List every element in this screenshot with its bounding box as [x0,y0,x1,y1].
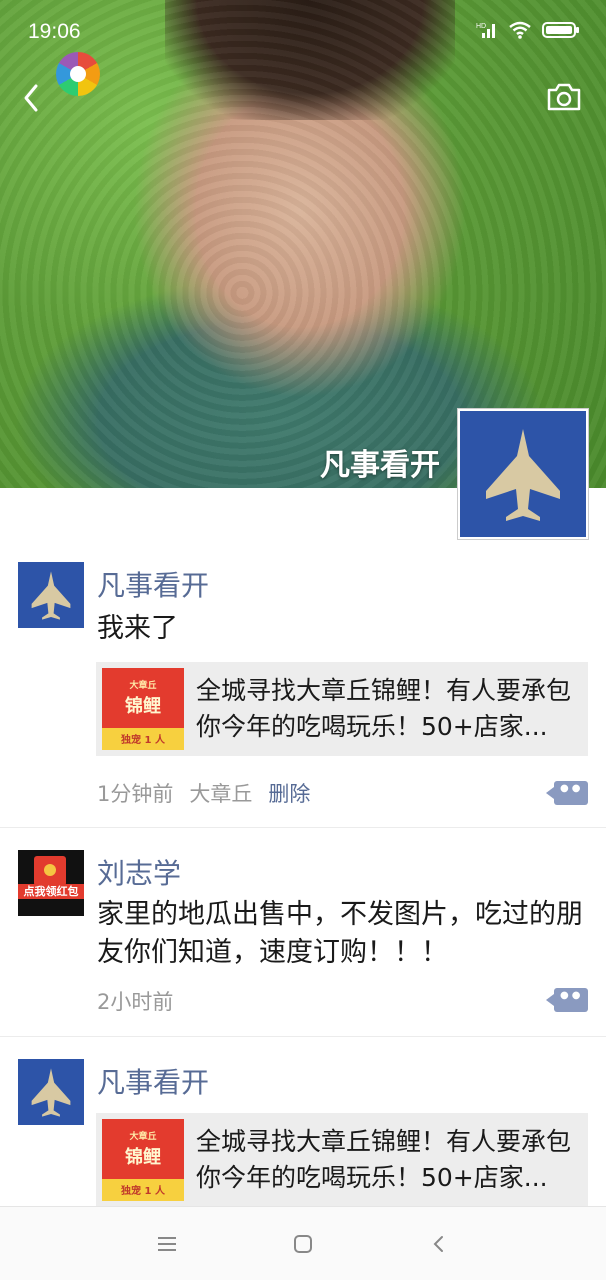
link-title: 全城寻找大章丘锦鲤！有人要承包你今年的吃喝玩乐！50+店家... [196,676,572,741]
status-icons: HD [476,20,580,44]
chevron-left-icon [24,84,38,112]
jet-icon [18,1059,84,1125]
post-author[interactable]: 凡事看开 [97,564,209,604]
thumb-main-text: 锦鲤 [125,1147,161,1168]
back-button[interactable] [16,80,46,116]
feed-post: 凡事看开 我来了 大章丘 锦鲤 独宠 1 人 全城寻找大章丘锦鲤！有人要承包你今… [0,540,606,828]
avatar[interactable] [18,1059,84,1125]
battery-icon [542,20,580,44]
post-author[interactable]: 凡事看开 [97,1061,209,1101]
thumb-top-text: 大章丘 [129,681,157,691]
delete-button[interactable]: 删除 [268,778,310,808]
profile-name: 凡事看开 [320,448,440,483]
post-text: 家里的地瓜出售中，不发图片，吃过的朋友你们知道，速度订购！！！ [97,899,583,968]
status-time: 19:06 [28,20,81,43]
avatar[interactable]: 点我领红包 [18,850,84,916]
menu-button[interactable] [147,1224,187,1264]
svg-text:HD: HD [476,23,486,30]
link-thumbnail: 大章丘 锦鲤 独宠 1 人 [102,1119,184,1201]
avatar-label: 点我领红包 [18,884,84,899]
camera-button[interactable] [546,82,582,112]
post-author[interactable]: 刘志学 [97,852,181,892]
jet-icon [460,411,586,537]
app-logo-icon [56,52,100,96]
thumb-top-text: 大章丘 [129,1132,157,1142]
post-meta: 2小时前 [97,986,173,1016]
post-text: 我来了 [97,613,178,644]
thumb-bottom-text: 独宠 1 人 [121,735,165,746]
red-envelope-icon [34,856,66,886]
link-card[interactable]: 大章丘 锦鲤 独宠 1 人 全城寻找大章丘锦鲤！有人要承包你今年的吃喝玩乐！50… [96,1113,588,1207]
post-meta: 1分钟前 大章丘 删除 [97,778,310,808]
link-thumbnail: 大章丘 锦鲤 独宠 1 人 [102,668,184,750]
comment-button[interactable] [546,988,588,1012]
link-title: 全城寻找大章丘锦鲤！有人要承包你今年的吃喝玩乐！50+店家... [196,1127,572,1192]
post-time: 1分钟前 [97,782,174,806]
avatar[interactable] [18,562,84,628]
system-nav-bar [0,1206,606,1280]
nav-back-icon [433,1235,443,1252]
camera-icon [547,83,581,111]
cover-top-controls [0,50,606,112]
link-card[interactable]: 大章丘 锦鲤 独宠 1 人 全城寻找大章丘锦鲤！有人要承包你今年的吃喝玩乐！50… [96,662,588,756]
signal-icon: HD [476,20,498,44]
feed-post: 凡事看开 大章丘 锦鲤 独宠 1 人 全城寻找大章丘锦鲤！有人要承包你今年的吃喝… [0,1037,606,1217]
nav-back-button[interactable] [419,1224,459,1264]
home-button[interactable] [283,1224,323,1264]
home-square-icon [294,1234,312,1253]
post-time: 2小时前 [97,990,174,1014]
post-location[interactable]: 大章丘 [189,778,252,808]
moments-feed: 凡事看开 我来了 大章丘 锦鲤 独宠 1 人 全城寻找大章丘锦鲤！有人要承包你今… [0,540,606,1217]
thumb-main-text: 锦鲤 [125,696,161,717]
menu-icon [158,1236,176,1251]
thumb-bottom-text: 独宠 1 人 [121,1186,165,1197]
jet-icon [18,562,84,628]
comment-button[interactable] [546,781,588,805]
profile-avatar[interactable] [458,409,588,539]
feed-post: 点我领红包 刘志学 家里的地瓜出售中，不发图片，吃过的朋友你们知道，速度订购！！… [0,828,606,1037]
wifi-icon [508,20,532,44]
